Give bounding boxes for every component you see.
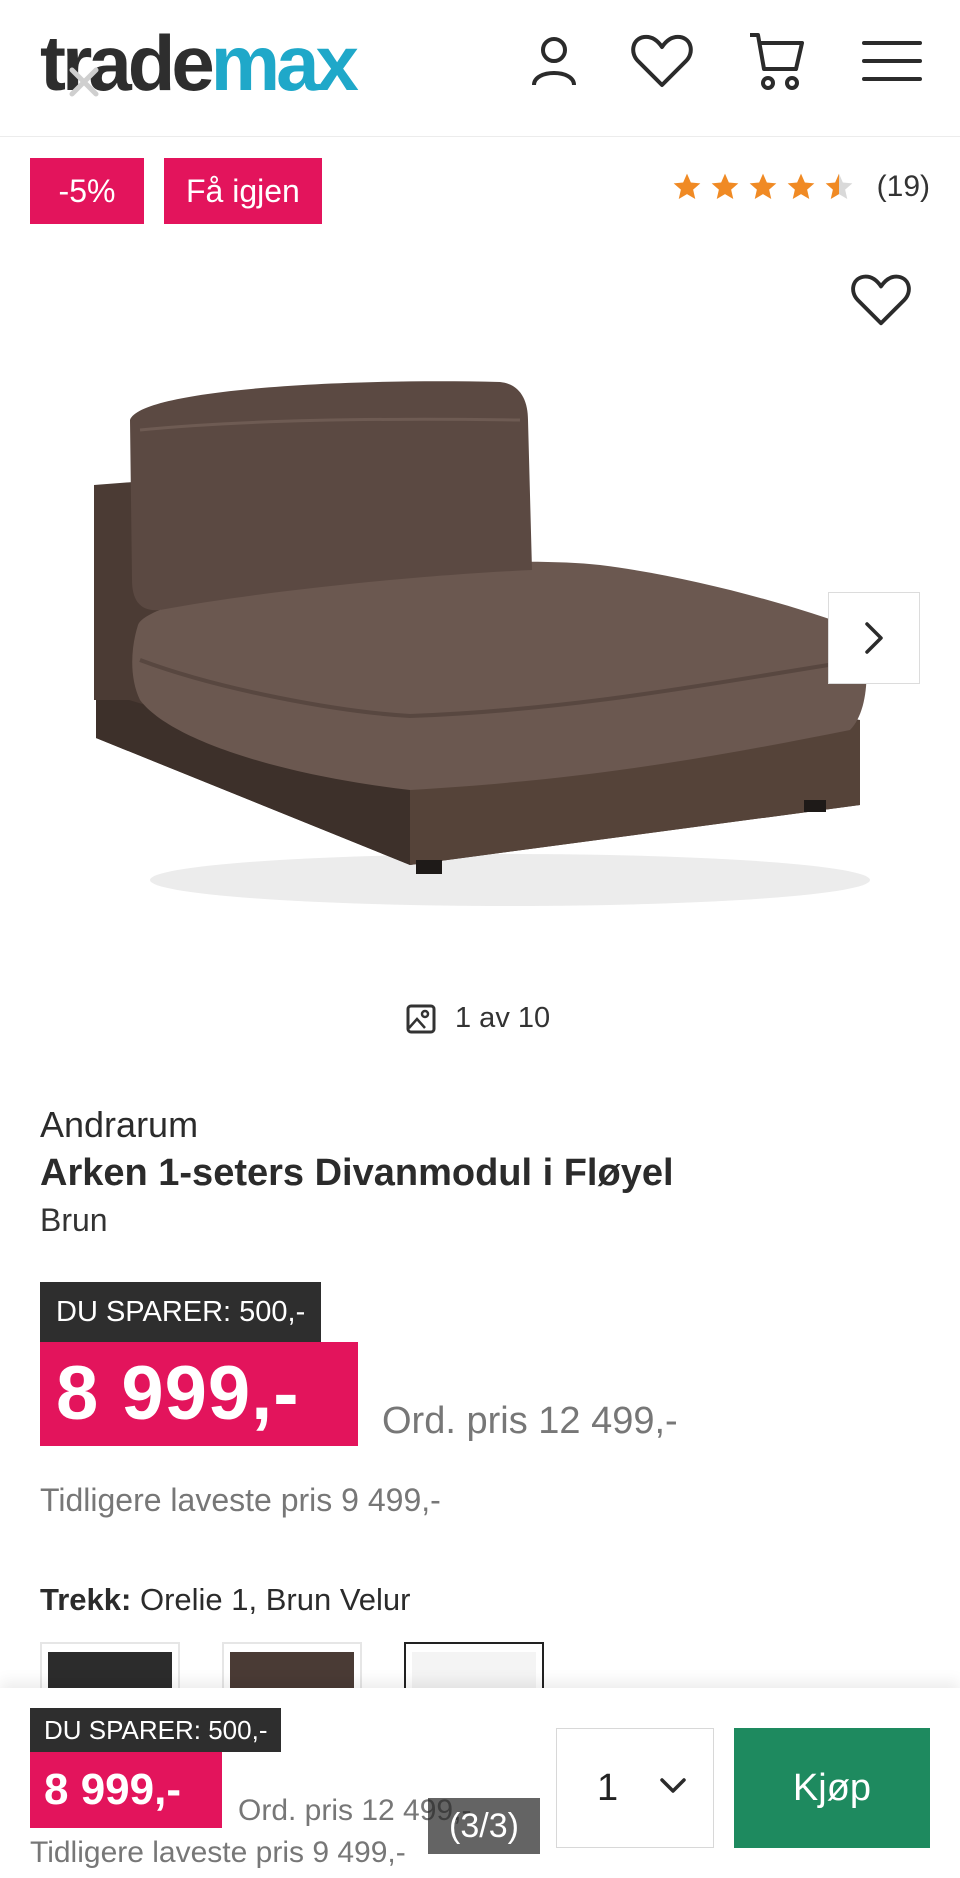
chevron-down-icon: [660, 1778, 686, 1793]
product-title: Arken 1-seters Divanmodul i Fløyel: [40, 1152, 674, 1194]
sticky-price: 8 999,-: [30, 1752, 222, 1828]
site-header: trademax: [0, 0, 960, 137]
current-price: 8 999,-: [40, 1342, 358, 1446]
logo-text-max: max: [210, 19, 359, 107]
star-icon: [787, 173, 814, 199]
menu-icon[interactable]: [860, 26, 924, 96]
quantity-select[interactable]: 1: [556, 1728, 714, 1848]
close-icon[interactable]: [64, 62, 104, 107]
next-image-button[interactable]: [828, 592, 920, 684]
page-counter-overlay: (3/3): [428, 1798, 540, 1854]
add-to-wishlist-heart-icon[interactable]: [850, 272, 912, 333]
restock-badge: Få igjen: [164, 158, 322, 224]
product-image[interactable]: [80, 360, 880, 910]
product-rating[interactable]: (19): [671, 170, 930, 204]
sticky-previous-lowest-price: Tidligere laveste pris 9 499,-: [30, 1836, 406, 1869]
cover-label: Trekk:: [40, 1582, 132, 1617]
buy-button[interactable]: Kjøp: [734, 1728, 930, 1848]
account-icon[interactable]: [522, 26, 586, 96]
half-star-icon: [825, 173, 852, 199]
discount-badge: -5%: [30, 158, 144, 224]
product-brand[interactable]: Andrarum: [40, 1104, 198, 1146]
ordinary-price: Ord. pris 12 499,-: [382, 1400, 678, 1442]
gallery-counter[interactable]: 1 av 10: [405, 1002, 550, 1035]
rating-count: (19): [876, 170, 930, 203]
chevron-right-icon: [865, 622, 883, 654]
image-icon: [406, 1004, 436, 1033]
gallery-counter-text: 1 av 10: [455, 1002, 551, 1034]
product-color: Brun: [40, 1202, 108, 1238]
wishlist-icon[interactable]: [630, 26, 694, 96]
quantity-value: 1: [597, 1767, 619, 1809]
sticky-savings-tag: DU SPARER: 500,-: [30, 1708, 282, 1752]
star-icon: [711, 173, 738, 199]
savings-tag: DU SPARER: 500,-: [40, 1282, 322, 1342]
star-icon: [749, 173, 776, 199]
previous-lowest-price: Tidligere laveste pris 9 499,-: [40, 1482, 441, 1518]
cover-selection-label: Trekk: Orelie 1, Brun Velur: [40, 1582, 411, 1618]
cover-value: Orelie 1, Brun Velur: [139, 1582, 411, 1617]
cart-icon[interactable]: [744, 26, 808, 96]
star-icon: [673, 173, 700, 199]
